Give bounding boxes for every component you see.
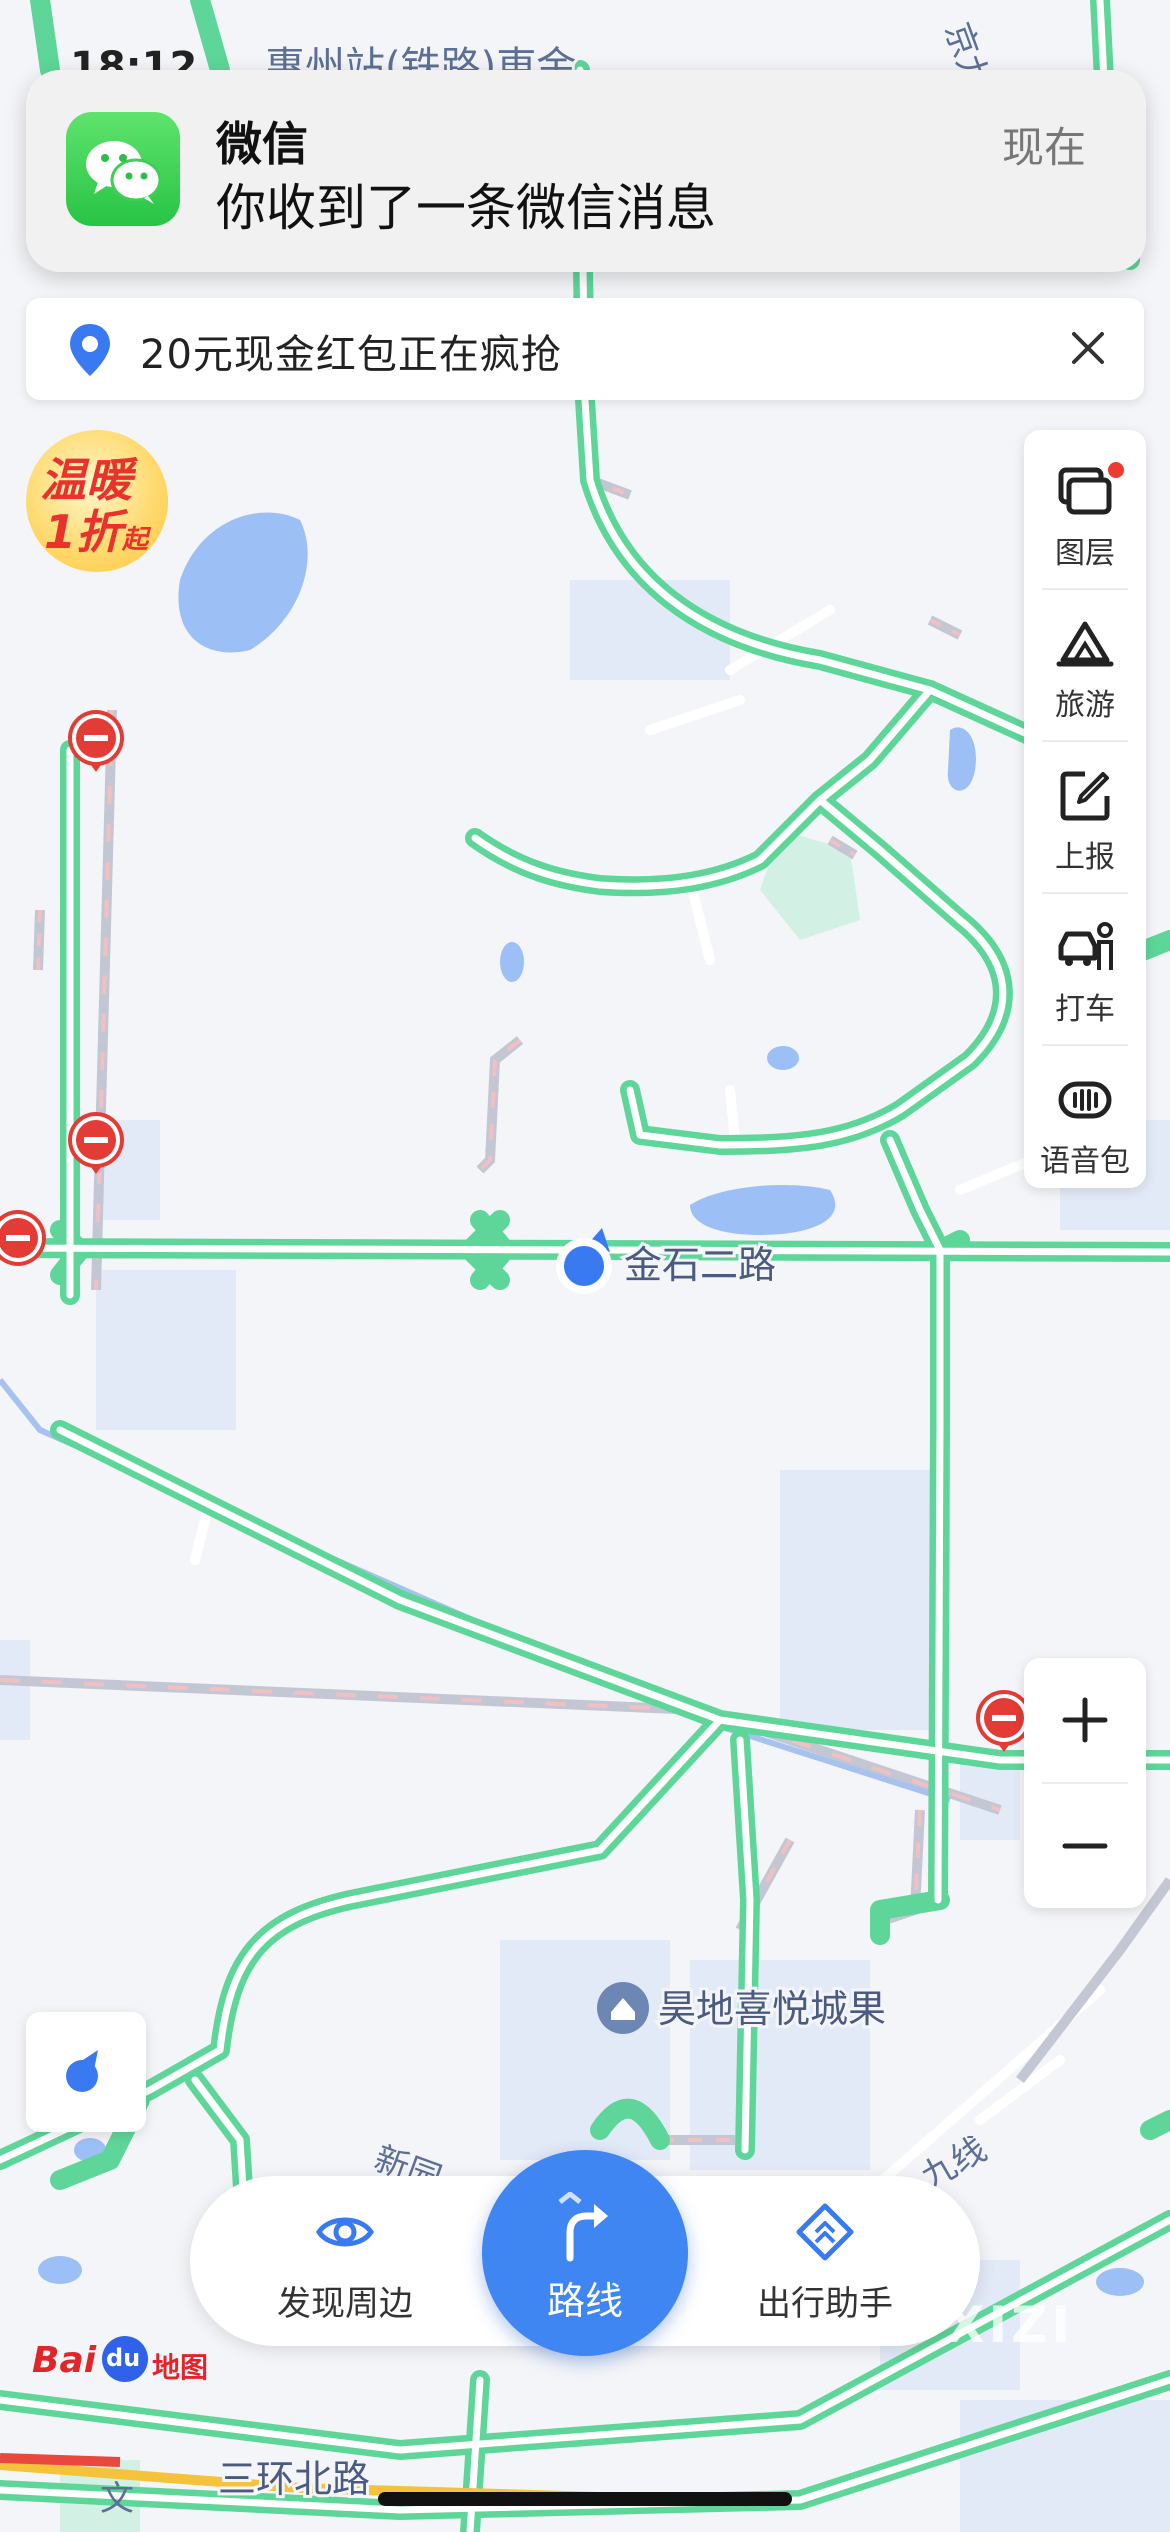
toolbar-label-report: 上报 bbox=[1055, 840, 1115, 875]
route-button[interactable]: 路线 bbox=[482, 2150, 688, 2356]
location-pin-icon bbox=[70, 324, 110, 376]
notification-message: 你收到了一条微信消息 bbox=[216, 179, 716, 237]
map-label-mall: 昊地喜悦城果 bbox=[658, 1987, 886, 2031]
taxi-icon bbox=[1058, 922, 1113, 970]
logo-ditu: 地图 bbox=[152, 2351, 209, 2384]
layers-red-dot bbox=[1108, 462, 1124, 478]
layers-icon bbox=[1058, 467, 1112, 515]
report-icon bbox=[1060, 771, 1110, 821]
discover-nearby-label: 发现周边 bbox=[277, 2284, 413, 2324]
promo-text: 20元现金红包正在疯抢 bbox=[140, 332, 562, 378]
badge-line2: 1折起 bbox=[44, 505, 149, 559]
toolbar-label-voice-pack: 语音包 bbox=[1040, 1144, 1130, 1179]
wechat-notification[interactable]: 微信 你收到了一条微信消息 现在 bbox=[26, 70, 1146, 272]
discover-nearby-button[interactable]: 发现周边 bbox=[220, 2176, 470, 2346]
toolbar-label-travel: 旅游 bbox=[1055, 688, 1115, 723]
notification-time: 现在 bbox=[1001, 123, 1086, 172]
poi-mall-icon bbox=[597, 1982, 649, 2034]
toolbar-report-button[interactable]: 上报 bbox=[1024, 742, 1146, 892]
map-label-current-road: 金石二路 bbox=[624, 1243, 776, 1287]
discount-badge[interactable]: 温暖 1折起 bbox=[26, 430, 168, 572]
map-label-ring-road: 三环北路 bbox=[218, 2457, 370, 2501]
promo-banner[interactable]: 20元现金红包正在疯抢 bbox=[26, 298, 1144, 400]
toolbar-layers-button[interactable]: 图层 bbox=[1024, 438, 1146, 588]
toolbar-label-layers: 图层 bbox=[1055, 536, 1115, 571]
toolbar-taxi-button[interactable]: 打车 bbox=[1024, 894, 1146, 1044]
side-toolbar: 图层 旅游 上报 打车 语音包 bbox=[1024, 430, 1146, 1188]
minus-icon bbox=[1062, 1843, 1108, 1849]
compass-icon bbox=[66, 2050, 98, 2092]
toolbar-travel-button[interactable]: 旅游 bbox=[1024, 590, 1146, 740]
travel-icon bbox=[1056, 621, 1114, 667]
zoom-in-button[interactable] bbox=[1024, 1658, 1146, 1782]
status-bar: 18:12 bbox=[0, 0, 1170, 90]
baidu-map-logo: Bai du 地图 bbox=[32, 2336, 232, 2386]
toolbar-label-taxi: 打车 bbox=[1055, 992, 1115, 1027]
travel-assistant-label: 出行助手 bbox=[757, 2284, 893, 2324]
route-label: 路线 bbox=[546, 2279, 623, 2323]
travel-assistant-button[interactable]: 出行助手 bbox=[700, 2176, 950, 2346]
watermark: XIZI bbox=[946, 2296, 1075, 2354]
wechat-icon bbox=[66, 112, 180, 226]
close-icon[interactable] bbox=[1062, 322, 1114, 374]
voice-pack-icon bbox=[1058, 1081, 1112, 1119]
locate-button[interactable] bbox=[26, 2012, 146, 2132]
route-turn-icon bbox=[558, 2192, 608, 2262]
logo-bai: Bai bbox=[32, 2340, 97, 2381]
map-label-partial-corner: 文 bbox=[100, 2479, 134, 2519]
home-indicator[interactable] bbox=[378, 2492, 792, 2506]
plus-icon bbox=[1062, 1697, 1108, 1743]
logo-du: du bbox=[106, 2344, 141, 2372]
badge-suffix: 起 bbox=[122, 525, 149, 555]
zoom-control bbox=[1024, 1658, 1146, 1908]
notification-app-name: 微信 bbox=[216, 117, 308, 171]
toolbar-voice-pack-button[interactable]: 语音包 bbox=[1024, 1046, 1146, 1196]
eye-icon bbox=[316, 2217, 374, 2247]
zoom-out-button[interactable] bbox=[1024, 1784, 1146, 1908]
assistant-icon bbox=[796, 2203, 854, 2261]
